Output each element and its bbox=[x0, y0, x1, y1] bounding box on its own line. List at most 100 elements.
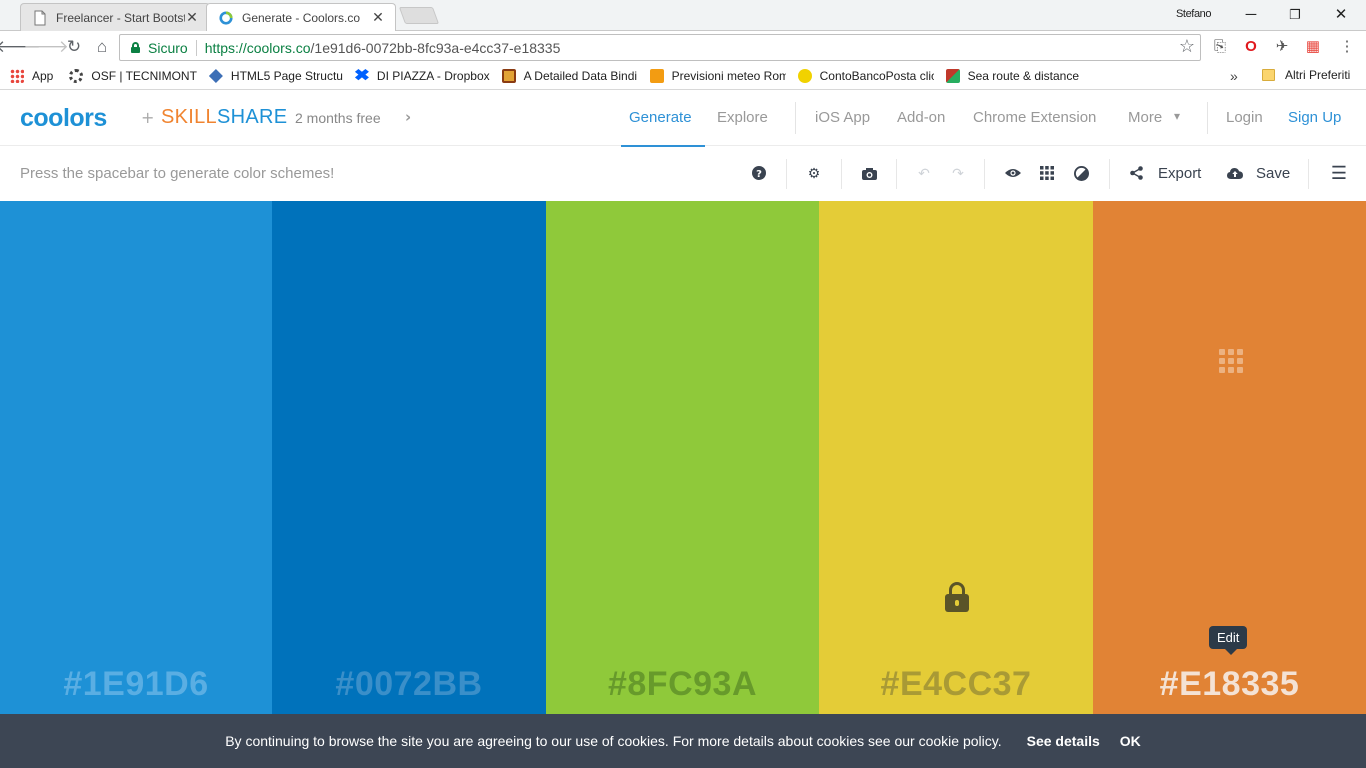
airplane-extension-icon[interactable]: ✈ bbox=[1272, 37, 1292, 57]
coolors-favicon bbox=[219, 10, 233, 25]
reload-icon[interactable]: ↻ bbox=[63, 36, 85, 58]
forward-icon[interactable]: 🡒 bbox=[23, 36, 69, 58]
folder-icon bbox=[1262, 69, 1275, 81]
cookie-banner: By continuing to browse the site you are… bbox=[0, 714, 1366, 768]
bookmarks-overflow-icon[interactable]: » bbox=[1230, 68, 1238, 84]
bookmark-label: HTML5 Page Structur bbox=[230, 69, 343, 83]
nav-more[interactable]: More bbox=[1128, 109, 1162, 126]
bookmark-data-binding[interactable]: A Detailed Data Bindi bbox=[501, 69, 638, 83]
close-window-icon[interactable]: ✕ bbox=[1318, 4, 1364, 26]
color-swatch[interactable]: #E4CC37 bbox=[819, 201, 1093, 714]
tab-close-icon[interactable]: ✕ bbox=[371, 9, 385, 26]
see-details-link[interactable]: See details bbox=[1027, 733, 1100, 749]
chrome-menu-icon[interactable]: ⋮ bbox=[1337, 37, 1357, 57]
bookmark-label: ContoBancoPosta clic bbox=[819, 69, 934, 83]
spacebar-hint: Press the spacebar to generate color sch… bbox=[20, 165, 335, 182]
nav-chrome-extension[interactable]: Chrome Extension bbox=[973, 109, 1096, 126]
opera-extension-icon[interactable]: O bbox=[1241, 37, 1261, 57]
coolors-logo[interactable]: coolors bbox=[20, 104, 107, 133]
bookmark-label: OSF | TECNIMONT bbox=[91, 69, 197, 83]
cookie-message: By continuing to browse the site you are… bbox=[225, 733, 1002, 749]
help-icon[interactable]: ? bbox=[749, 163, 769, 183]
html5-icon bbox=[208, 69, 223, 83]
browser-tab-freelancer[interactable]: Freelancer - Start Bootstr ✕ bbox=[20, 3, 210, 31]
maximize-icon[interactable]: ❐ bbox=[1272, 4, 1318, 26]
color-swatch[interactable]: #8FC93A bbox=[546, 201, 819, 714]
nav-explore[interactable]: Explore bbox=[717, 109, 768, 126]
svg-text:?: ? bbox=[756, 169, 762, 180]
sea-route-icon bbox=[945, 69, 960, 83]
nav-divider bbox=[795, 102, 796, 134]
camera-icon[interactable] bbox=[859, 163, 879, 183]
browser-tabstrip: Freelancer - Start Bootstr ✕ Generate - … bbox=[0, 0, 1366, 32]
poste-icon bbox=[797, 69, 812, 83]
bookmark-label: DI PIAZZA - Dropbox bbox=[376, 69, 490, 83]
grid-view-icon[interactable] bbox=[1037, 163, 1057, 183]
cloud-upload-icon[interactable] bbox=[1225, 163, 1245, 183]
browser-tab-coolors[interactable]: Generate - Coolors.co ✕ bbox=[206, 3, 396, 32]
nav-ios-app[interactable]: iOS App bbox=[815, 109, 870, 126]
nav-generate[interactable]: Generate bbox=[629, 109, 692, 126]
apps-extension-icon[interactable]: ▦ bbox=[1303, 37, 1323, 57]
address-bar[interactable]: Sicuro https://coolors.co /1e91d6-0072bb… bbox=[119, 34, 1201, 61]
folder-label: Altri Preferiti bbox=[1285, 68, 1351, 82]
hex-code[interactable]: #E4CC37 bbox=[819, 665, 1093, 704]
cast-extension-icon[interactable]: ⎘ bbox=[1210, 37, 1230, 57]
osf-icon bbox=[69, 69, 84, 83]
bookmark-dropbox[interactable]: DI PIAZZA - Dropbox bbox=[354, 69, 490, 83]
color-swatch[interactable]: #0072BB bbox=[272, 201, 546, 714]
bookmarks-bar: App OSF | TECNIMONT HTML5 Page Structur … bbox=[0, 63, 1366, 90]
hamburger-menu-icon[interactable]: ☰ bbox=[1329, 163, 1349, 183]
home-icon[interactable]: ⌂ bbox=[91, 36, 113, 58]
other-bookmarks-folder[interactable]: Altri Preferiti bbox=[1262, 68, 1350, 82]
nav-add-on[interactable]: Add-on bbox=[897, 109, 945, 126]
tab-title: Freelancer - Start Bootstr bbox=[56, 10, 185, 25]
promo-link[interactable]: 2 months free bbox=[295, 110, 381, 126]
lock-icon[interactable] bbox=[945, 582, 969, 612]
export-button[interactable]: Export bbox=[1158, 165, 1201, 182]
color-swatch[interactable]: Edit #E18335 bbox=[1093, 201, 1366, 714]
toolbar-divider bbox=[1109, 159, 1110, 189]
hex-code[interactable]: #0072BB bbox=[272, 665, 546, 704]
bookmark-star-icon[interactable]: ☆ bbox=[1179, 36, 1195, 57]
hex-code[interactable]: #E18335 bbox=[1093, 665, 1366, 704]
url-path: /1e91d6-0072bb-8fc93a-e4cc37-e18335 bbox=[310, 39, 561, 56]
minimize-icon[interactable]: ─ bbox=[1228, 4, 1274, 26]
bookmark-sea-route[interactable]: Sea route & distance bbox=[945, 69, 1084, 83]
bookmark-osf[interactable]: OSF | TECNIMONT bbox=[69, 69, 197, 83]
bookmark-meteo[interactable]: Previsioni meteo Rom bbox=[649, 69, 786, 83]
skillshare-logo[interactable]: SKILLSHARE bbox=[161, 106, 287, 129]
color-swatch[interactable]: #1E91D6 bbox=[0, 201, 272, 714]
hex-code[interactable]: #1E91D6 bbox=[0, 665, 272, 704]
color-palette: #1E91D6 #0072BB #8FC93A #E4CC37 Edit #E1… bbox=[0, 201, 1366, 714]
bookmark-bancoposta[interactable]: ContoBancoPosta clic bbox=[797, 69, 934, 83]
share-icon[interactable] bbox=[1126, 163, 1146, 183]
save-button[interactable]: Save bbox=[1256, 165, 1290, 182]
url-host: https://coolors.co bbox=[204, 39, 311, 56]
bookmark-html5[interactable]: HTML5 Page Structur bbox=[208, 69, 343, 83]
new-tab-button[interactable] bbox=[398, 7, 440, 24]
browser-toolbar: 🡐 🡒 ↻ ⌂ Sicuro https://coolors.co /1e91d… bbox=[0, 31, 1366, 63]
bookmark-label: App bbox=[32, 69, 54, 83]
settings-gear-icon[interactable]: ⚙ bbox=[804, 163, 824, 183]
nav-login[interactable]: Login bbox=[1226, 109, 1263, 126]
nav-sign-up[interactable]: Sign Up bbox=[1288, 109, 1341, 126]
tab-title: Generate - Coolors.co bbox=[242, 10, 361, 25]
view-eye-icon[interactable] bbox=[1003, 163, 1023, 183]
binding-icon bbox=[501, 69, 516, 83]
toolbar-divider bbox=[984, 159, 985, 189]
adjust-contrast-icon[interactable] bbox=[1071, 163, 1091, 183]
cookie-ok-button[interactable]: OK bbox=[1120, 733, 1141, 749]
drag-handle-icon[interactable] bbox=[1219, 349, 1243, 373]
undo-icon[interactable]: ↶ bbox=[914, 163, 934, 183]
chevron-down-icon[interactable]: ▾ bbox=[1174, 109, 1180, 123]
omnibox-divider bbox=[195, 39, 197, 56]
generator-toolbar: Press the spacebar to generate color sch… bbox=[0, 147, 1366, 201]
nav-divider bbox=[1207, 102, 1208, 134]
hex-code[interactable]: #8FC93A bbox=[546, 665, 819, 704]
toolbar-divider bbox=[786, 159, 787, 189]
bookmark-app[interactable]: App bbox=[10, 69, 53, 83]
redo-icon[interactable]: ↷ bbox=[948, 163, 968, 183]
tab-close-icon[interactable]: ✕ bbox=[185, 9, 199, 26]
profile-name[interactable]: Stefano bbox=[1176, 8, 1212, 20]
